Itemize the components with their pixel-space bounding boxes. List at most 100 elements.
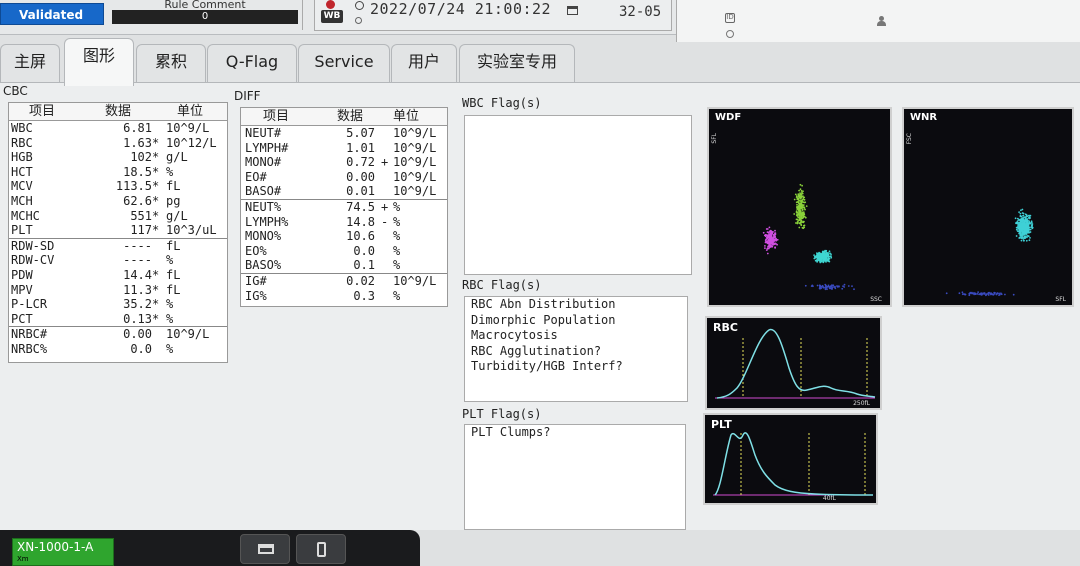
- scatter-dot: [796, 203, 798, 206]
- rbc-histogram[interactable]: RBC 250fL: [705, 316, 882, 410]
- diff-name: EO%: [245, 243, 267, 258]
- diff-header: 项目 数据 单位: [241, 108, 447, 126]
- scatter-dot: [1023, 239, 1025, 242]
- cbc-name: MPV: [11, 282, 33, 297]
- diff-header-unit: 单位: [393, 109, 420, 124]
- scatter-dot: [797, 198, 800, 201]
- tab-user[interactable]: 用户: [391, 44, 457, 84]
- scatter-dot: [1022, 214, 1025, 217]
- scatter-dot: [824, 283, 827, 286]
- wnr-scattergram[interactable]: WNR FSC SFL: [902, 107, 1074, 307]
- scatter-dot: [796, 218, 799, 221]
- scatter-dot: [974, 293, 977, 295]
- tab-main[interactable]: 主屏: [0, 44, 60, 84]
- scatter-dot: [770, 233, 772, 236]
- scatter-dot: [995, 293, 998, 296]
- scatter-dot: [800, 212, 803, 215]
- analyzer-button[interactable]: XN-1000-1-A Xm: [12, 538, 114, 566]
- diff-row: EO% 0.0%: [241, 244, 447, 259]
- cbc-unit: fL: [166, 267, 181, 282]
- wdf-scattergram[interactable]: WDF SFL SSC: [707, 107, 892, 307]
- scatter-dot: [764, 247, 766, 250]
- tab-qflag[interactable]: Q-Flag: [207, 44, 297, 84]
- cbc-unit: %: [166, 164, 174, 179]
- scatter-dot: [998, 294, 1000, 296]
- scatter-dot: [799, 183, 802, 186]
- cbc-row: PDW 14.4 * fL: [9, 268, 227, 283]
- scatter-dot: [772, 243, 774, 246]
- scatter-dot: [803, 206, 806, 209]
- diff-unit: %: [393, 199, 401, 214]
- scatter-dot: [1026, 219, 1029, 222]
- rbc-flag-box[interactable]: RBC Abn Distribution Dimorphic Population…: [464, 296, 688, 402]
- scatter-dot: [1020, 219, 1022, 221]
- diff-unit: 10^9/L: [393, 140, 437, 155]
- diff-mark: +: [381, 199, 389, 214]
- scatter-dot: [826, 288, 828, 291]
- rule-comment-value[interactable]: 0: [112, 10, 298, 24]
- scatter-dot: [827, 258, 830, 261]
- scatter-dot: [795, 214, 798, 216]
- tab-graphics[interactable]: 图形: [64, 38, 134, 86]
- plt-flag-box[interactable]: PLT Clumps?: [464, 424, 686, 530]
- scatter-dot: [989, 292, 992, 295]
- scatter-dot: [1019, 212, 1022, 215]
- scatter-dot: [802, 220, 805, 223]
- cbc-name: PDW: [11, 267, 33, 282]
- cbc-row: NRBC# 0.00 10^9/L: [9, 326, 227, 342]
- tab-cumulative[interactable]: 累积: [136, 44, 206, 84]
- scatter-dot: [1026, 231, 1029, 234]
- scatter-dot: [833, 286, 835, 288]
- scatter-dot: [832, 284, 835, 287]
- cbc-unit: 10^12/L: [166, 135, 217, 150]
- cbc-value: 102: [130, 150, 152, 165]
- scatter-dot: [1019, 221, 1021, 224]
- scatter-dot: [797, 220, 799, 222]
- scatter-dot: [1026, 235, 1029, 237]
- cbc-name: NRBC%: [11, 341, 48, 356]
- scatter-dot: [1026, 222, 1028, 225]
- cbc-mark: *: [152, 193, 160, 208]
- diff-row: IG% 0.3%: [241, 289, 447, 304]
- cbc-row: WBC 6.81 10^9/L: [9, 121, 227, 136]
- scatter-dot: [842, 285, 844, 287]
- cbc-row: RDW-CV ----%: [9, 253, 227, 268]
- scatter-dot: [994, 292, 996, 294]
- scatter-dot: [769, 245, 772, 247]
- scatter-dot: [795, 211, 798, 213]
- scatter-dot: [801, 184, 803, 187]
- tube-button[interactable]: [296, 534, 346, 564]
- cbc-name: MCHC: [11, 208, 40, 223]
- cbc-value: 35.2: [123, 297, 152, 312]
- cbc-name: RDW-SD: [11, 238, 55, 253]
- scatter-dot: [774, 229, 776, 232]
- scatter-dot: [816, 255, 819, 257]
- wbc-flag-box[interactable]: [464, 115, 692, 275]
- diff-unit: %: [393, 243, 401, 258]
- tab-bar: 主屏 图形 累积 Q-Flag Service 用户 实验室专用: [0, 38, 680, 86]
- plt-flag-title: PLT Flag(s): [462, 407, 542, 421]
- scatter-dot: [827, 285, 830, 288]
- rack-button[interactable]: [240, 534, 290, 564]
- diff-name: BASO%: [245, 258, 282, 273]
- scatter-dot: [1027, 228, 1030, 230]
- scatter-dot: [764, 241, 767, 244]
- cbc-unit: fL: [166, 179, 181, 194]
- scatter-dot: [799, 215, 801, 218]
- validated-status[interactable]: Validated: [0, 3, 104, 25]
- diff-name: MONO%: [245, 229, 282, 244]
- scatter-dot: [1028, 222, 1030, 225]
- scatter-dot: [841, 287, 844, 290]
- scatter-dot: [824, 256, 827, 258]
- scatter-dot: [1021, 208, 1024, 211]
- diff-unit: %: [393, 214, 401, 229]
- scatter-dot: [1028, 239, 1031, 242]
- scatter-dot: [774, 235, 776, 238]
- tab-service[interactable]: Service: [298, 44, 390, 84]
- flag-item: RBC Agglutination?: [471, 343, 602, 358]
- tab-lab-only[interactable]: 实验室专用: [459, 44, 575, 84]
- scatter-dot: [829, 287, 832, 290]
- cbc-name: MCV: [11, 179, 33, 194]
- scatter-dot: [973, 292, 975, 294]
- plt-histogram[interactable]: PLT 40fL: [703, 413, 878, 505]
